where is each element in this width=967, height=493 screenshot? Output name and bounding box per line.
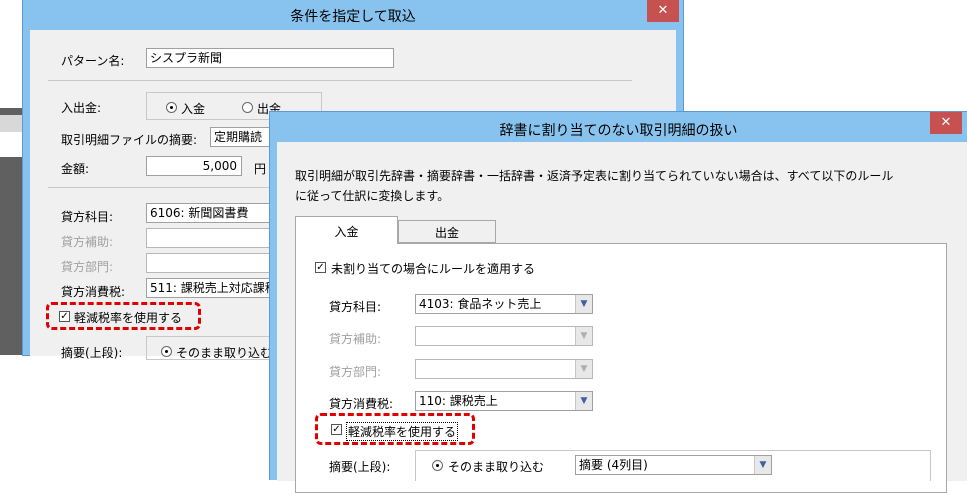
divider xyxy=(48,80,632,81)
credit-tax-input[interactable]: 511: 課税売上対応課税 xyxy=(146,278,272,298)
close-button[interactable]: ✕ xyxy=(647,0,679,22)
credit-dept-select[interactable]: ▼ xyxy=(415,359,593,379)
credit-account-input[interactable]: 6106: 新聞図書費 xyxy=(146,203,272,223)
tab-out-label: 出金 xyxy=(434,226,459,240)
front-window: 辞書に割り当てのない取引明細の扱い ✕ 取引明細が取引先辞書・摘要辞書・一括辞書… xyxy=(269,111,967,493)
front-window-client: 取引明細が取引先辞書・摘要辞書・一括辞書・返済予定表に割り当てられていない場合は… xyxy=(277,142,967,493)
amount-unit: 円 xyxy=(254,162,267,176)
credit-sub-select[interactable]: ▼ xyxy=(415,326,593,346)
credit-dept-label: 貸方部門: xyxy=(329,365,382,379)
credit-account-label: 貸方科目: xyxy=(329,300,382,314)
reduced-rate-label: 軽減税率を使用する xyxy=(74,311,183,325)
summary-option-label: そのまま取り込む xyxy=(448,460,545,474)
tab-out[interactable]: 出金 xyxy=(398,220,496,243)
summary-label: 摘要(上段): xyxy=(61,346,123,360)
chevron-down-icon[interactable]: ▼ xyxy=(754,456,771,474)
back-window-title: 条件を指定して取込 xyxy=(290,9,416,25)
background-panel-row xyxy=(0,132,22,157)
radio-out[interactable] xyxy=(242,102,253,113)
apply-rule-label: 未割り当ての場合にルールを適用する xyxy=(331,262,536,276)
credit-sub-input[interactable] xyxy=(146,228,272,248)
credit-sub-label: 貸方補助: xyxy=(61,235,114,249)
front-window-title: 辞書に割り当てのない取引明細の扱い xyxy=(499,123,738,139)
credit-tax-label: 貸方消費税: xyxy=(61,285,126,299)
summary-radio[interactable] xyxy=(432,460,443,471)
credit-account-select[interactable]: 4103: 食品ネット売上 ▼ xyxy=(415,294,593,314)
apply-rule-checkbox[interactable]: ✓ xyxy=(315,262,326,273)
summary-label: 摘要(上段): xyxy=(329,460,391,474)
radio-in[interactable] xyxy=(166,102,177,113)
credit-sub-label: 貸方補助: xyxy=(329,332,382,346)
credit-dept-input[interactable] xyxy=(146,253,272,273)
radio-in-label: 入金 xyxy=(181,102,206,116)
chevron-down-icon[interactable]: ▼ xyxy=(575,327,592,345)
credit-account-label: 貸方科目: xyxy=(61,210,114,224)
credit-dept-label: 貸方部門: xyxy=(61,260,114,274)
background-panel-header xyxy=(0,115,22,132)
reduced-rate-checkbox[interactable]: ✓ xyxy=(59,311,70,322)
description-line2: に従って仕訳に変換します。 xyxy=(295,189,450,203)
summary-select-value: 摘要 (4列目) xyxy=(579,458,648,472)
divider xyxy=(48,187,278,188)
description-line1: 取引明細が取引先辞書・摘要辞書・一括辞書・返済予定表に割り当てられていない場合は… xyxy=(295,169,894,183)
reduced-rate-label: 軽減税率を使用する xyxy=(346,422,459,441)
tab-content xyxy=(296,244,946,484)
back-window-titlebar: 条件を指定して取込 ✕ xyxy=(23,0,683,30)
memo-label: 取引明細ファイルの摘要: xyxy=(61,133,198,147)
reduced-rate-checkbox[interactable]: ✓ xyxy=(331,424,342,435)
chevron-down-icon[interactable]: ▼ xyxy=(575,360,592,378)
summary-option-label: そのまま取り込む xyxy=(176,346,273,360)
inout-label: 入出金: xyxy=(61,101,102,115)
summary-select[interactable]: 摘要 (4列目) ▼ xyxy=(575,455,772,475)
credit-tax-label: 貸方消費税: xyxy=(329,397,394,411)
tab-in[interactable]: 入金 xyxy=(295,216,398,244)
chevron-down-icon[interactable]: ▼ xyxy=(575,295,592,313)
pattern-name-label: パターン名: xyxy=(61,54,125,68)
tab-in-label: 入金 xyxy=(334,225,359,239)
credit-account-value: 4103: 食品ネット売上 xyxy=(419,297,542,311)
credit-tax-value: 110: 課税売上 xyxy=(419,394,498,408)
pattern-name-input[interactable]: シスプラ新聞 xyxy=(146,48,394,68)
amount-label: 金額: xyxy=(61,162,90,176)
summary-radio[interactable] xyxy=(161,346,172,357)
close-button[interactable]: ✕ xyxy=(930,112,962,134)
credit-tax-select[interactable]: 110: 課税売上 ▼ xyxy=(415,391,593,411)
front-window-titlebar: 辞書に割り当てのない取引明細の扱い ✕ xyxy=(270,112,967,142)
chevron-down-icon[interactable]: ▼ xyxy=(575,392,592,410)
amount-input[interactable]: 5,000 xyxy=(146,156,242,176)
